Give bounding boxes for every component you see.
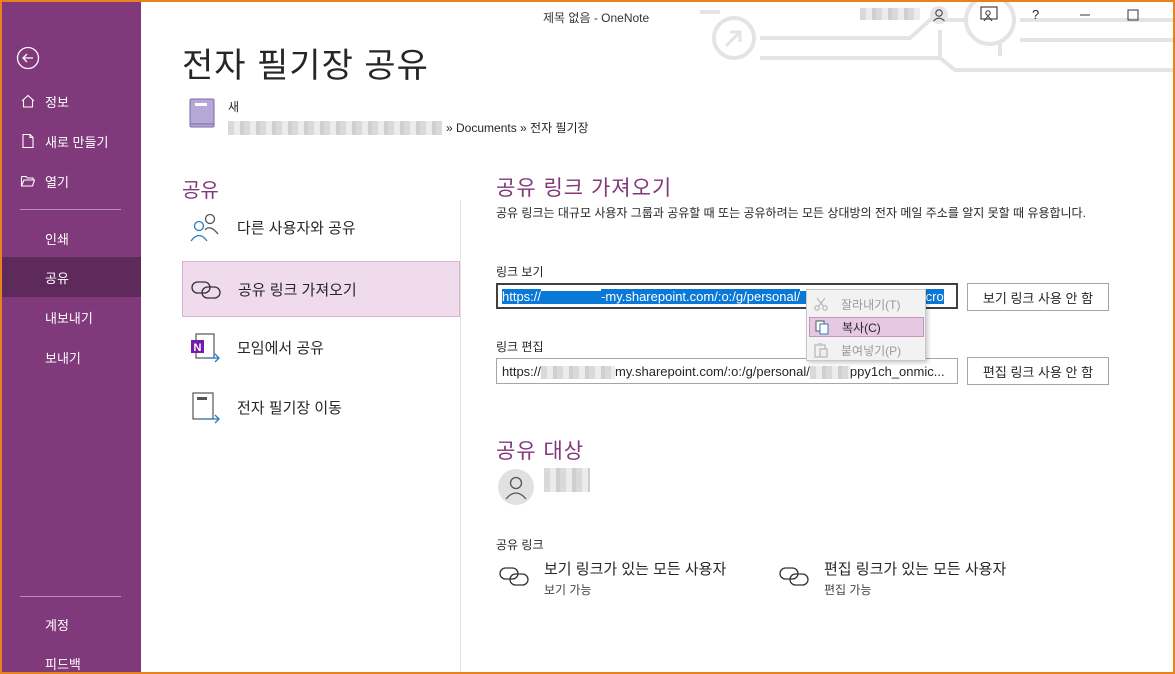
disable-view-link-button[interactable]: 보기 링크 사용 안 함 (967, 283, 1109, 311)
get-sharing-link-option[interactable]: 공유 링크 가져오기 (182, 261, 460, 317)
option-label: 공유 링크 가져오기 (238, 281, 357, 299)
redacted-domain (541, 291, 602, 305)
view-link-prefix: https:// (502, 289, 542, 304)
sidebar-item-label: 내보내기 (45, 310, 93, 326)
maximize-icon[interactable] (1123, 5, 1143, 25)
panel-divider (460, 200, 461, 674)
view-link-label: 링크 보기 (496, 265, 544, 279)
onenote-meeting-icon: N (191, 333, 220, 363)
sidebar-divider (20, 209, 121, 210)
notebook-path: » Documents » 전자 필기장 (228, 119, 589, 136)
link-icon (191, 281, 221, 299)
shared-with-heading: 공유 대상 (496, 440, 585, 463)
context-menu-cut[interactable]: 잘라내기(T) (809, 294, 924, 314)
notebook-icon (189, 98, 215, 128)
edit-link-permission[interactable]: 편집 링크가 있는 모든 사용자 편집 가능 (778, 558, 1006, 598)
sidebar-item-new[interactable]: 새로 만들기 (0, 121, 141, 161)
permission-title: 편집 링크가 있는 모든 사용자 (824, 561, 1007, 578)
account-avatar-icon[interactable] (929, 5, 949, 25)
sidebar-item-label: 인쇄 (45, 231, 69, 247)
option-label: 다른 사용자와 공유 (237, 219, 356, 237)
new-doc-icon (22, 133, 34, 149)
sidebar-item-label: 열기 (45, 174, 69, 190)
sidebar-item-feedback[interactable]: 피드백 (0, 643, 141, 674)
sidebar-item-open[interactable]: 열기 (0, 161, 141, 201)
sidebar-divider (20, 596, 121, 597)
edit-link-label: 링크 편집 (496, 340, 544, 354)
account-name-redacted (860, 8, 920, 20)
disable-edit-link-button[interactable]: 편집 링크 사용 안 함 (967, 357, 1109, 385)
context-menu-paste[interactable]: 붙여넣기(P) (809, 340, 924, 360)
help-button[interactable]: ? (1032, 7, 1039, 22)
edit-link-tail: ppy1ch_onmic... (849, 364, 945, 379)
view-link-permission[interactable]: 보기 링크가 있는 모든 사용자 보기 가능 (498, 558, 726, 598)
sidebar-item-account[interactable]: 계정 (0, 604, 141, 644)
link-icon (499, 567, 529, 586)
sharing-links-label: 공유 링크 (496, 538, 544, 552)
edit-link-rest: my.sharepoint.com/:o:/g/personal/ (615, 364, 810, 379)
view-link-rest: -my.sharepoint.com/:o:/g/personal/ (601, 289, 801, 304)
sidebar-item-label: 새로 만들기 (45, 134, 109, 150)
context-menu-copy[interactable]: 복사(C) (809, 317, 924, 337)
edit-link-prefix: https:// (502, 364, 542, 379)
permission-title: 보기 링크가 있는 모든 사용자 (544, 561, 727, 578)
window-title: 제목 없음 - OneNote (543, 11, 650, 25)
move-notebook-icon (192, 392, 220, 424)
link-icon (779, 567, 809, 586)
home-icon (21, 94, 35, 108)
sidebar-item-label: 피드백 (45, 656, 81, 672)
option-label: 모임에서 공유 (237, 339, 324, 357)
svg-text:N: N (194, 342, 202, 354)
sidebar-item-print[interactable]: 인쇄 (0, 218, 141, 258)
sidebar-item-share[interactable]: 공유 (0, 257, 141, 297)
path-redacted (228, 120, 442, 135)
permission-subtitle: 편집 가능 (824, 583, 872, 597)
sidebar-item-label: 공유 (45, 270, 69, 286)
backstage-sidebar: 정보 새로 만들기 열기 인쇄 공유 내보내기 보내기 계정 피드백 (0, 0, 141, 674)
copy-icon (815, 320, 829, 335)
move-notebook-option[interactable]: 전자 필기장 이동 (182, 379, 460, 435)
avatar (498, 469, 534, 505)
sidebar-item-export[interactable]: 내보내기 (0, 297, 141, 337)
redacted-domain (541, 366, 616, 380)
coauthor-icon[interactable] (979, 5, 999, 25)
notebook-path-text: » Documents » 전자 필기장 (446, 121, 589, 135)
people-icon (190, 213, 219, 242)
minimize-icon[interactable] (1075, 5, 1095, 25)
share-with-meeting-option[interactable]: N 모임에서 공유 (182, 319, 460, 375)
redacted-user (809, 366, 850, 380)
context-item-label: 복사(C) (842, 320, 881, 335)
sidebar-item-label: 정보 (45, 94, 69, 110)
context-item-label: 붙여넣기(P) (841, 343, 902, 358)
sidebar-item-info[interactable]: 정보 (0, 81, 141, 121)
notebook-name: 새 (228, 100, 240, 114)
page-title: 전자 필기장 공유 (182, 47, 429, 85)
edit-link-field[interactable]: https:// my.sharepoint.com/:o:/g/personal… (496, 358, 958, 384)
get-link-description: 공유 링크는 대규모 사용자 그룹과 공유할 때 또는 공유하려는 모든 상대방… (496, 206, 1086, 220)
scissors-icon (814, 297, 828, 311)
sidebar-item-label: 계정 (45, 617, 69, 633)
person-icon (505, 476, 527, 500)
permission-subtitle: 보기 가능 (544, 583, 592, 597)
context-item-label: 잘라내기(T) (841, 297, 901, 312)
context-menu: 잘라내기(T) 복사(C) 붙여넣기(P) (806, 289, 926, 361)
paste-icon (814, 343, 828, 358)
back-arrow-icon[interactable] (16, 46, 40, 70)
folder-open-icon (20, 175, 36, 187)
option-label: 전자 필기장 이동 (237, 399, 342, 417)
sidebar-item-send[interactable]: 보내기 (0, 337, 141, 377)
shared-user-name-redacted (544, 468, 590, 492)
sidebar-item-label: 보내기 (45, 350, 81, 366)
get-link-heading: 공유 링크 가져오기 (496, 177, 673, 200)
share-with-people-option[interactable]: 다른 사용자와 공유 (182, 199, 460, 255)
